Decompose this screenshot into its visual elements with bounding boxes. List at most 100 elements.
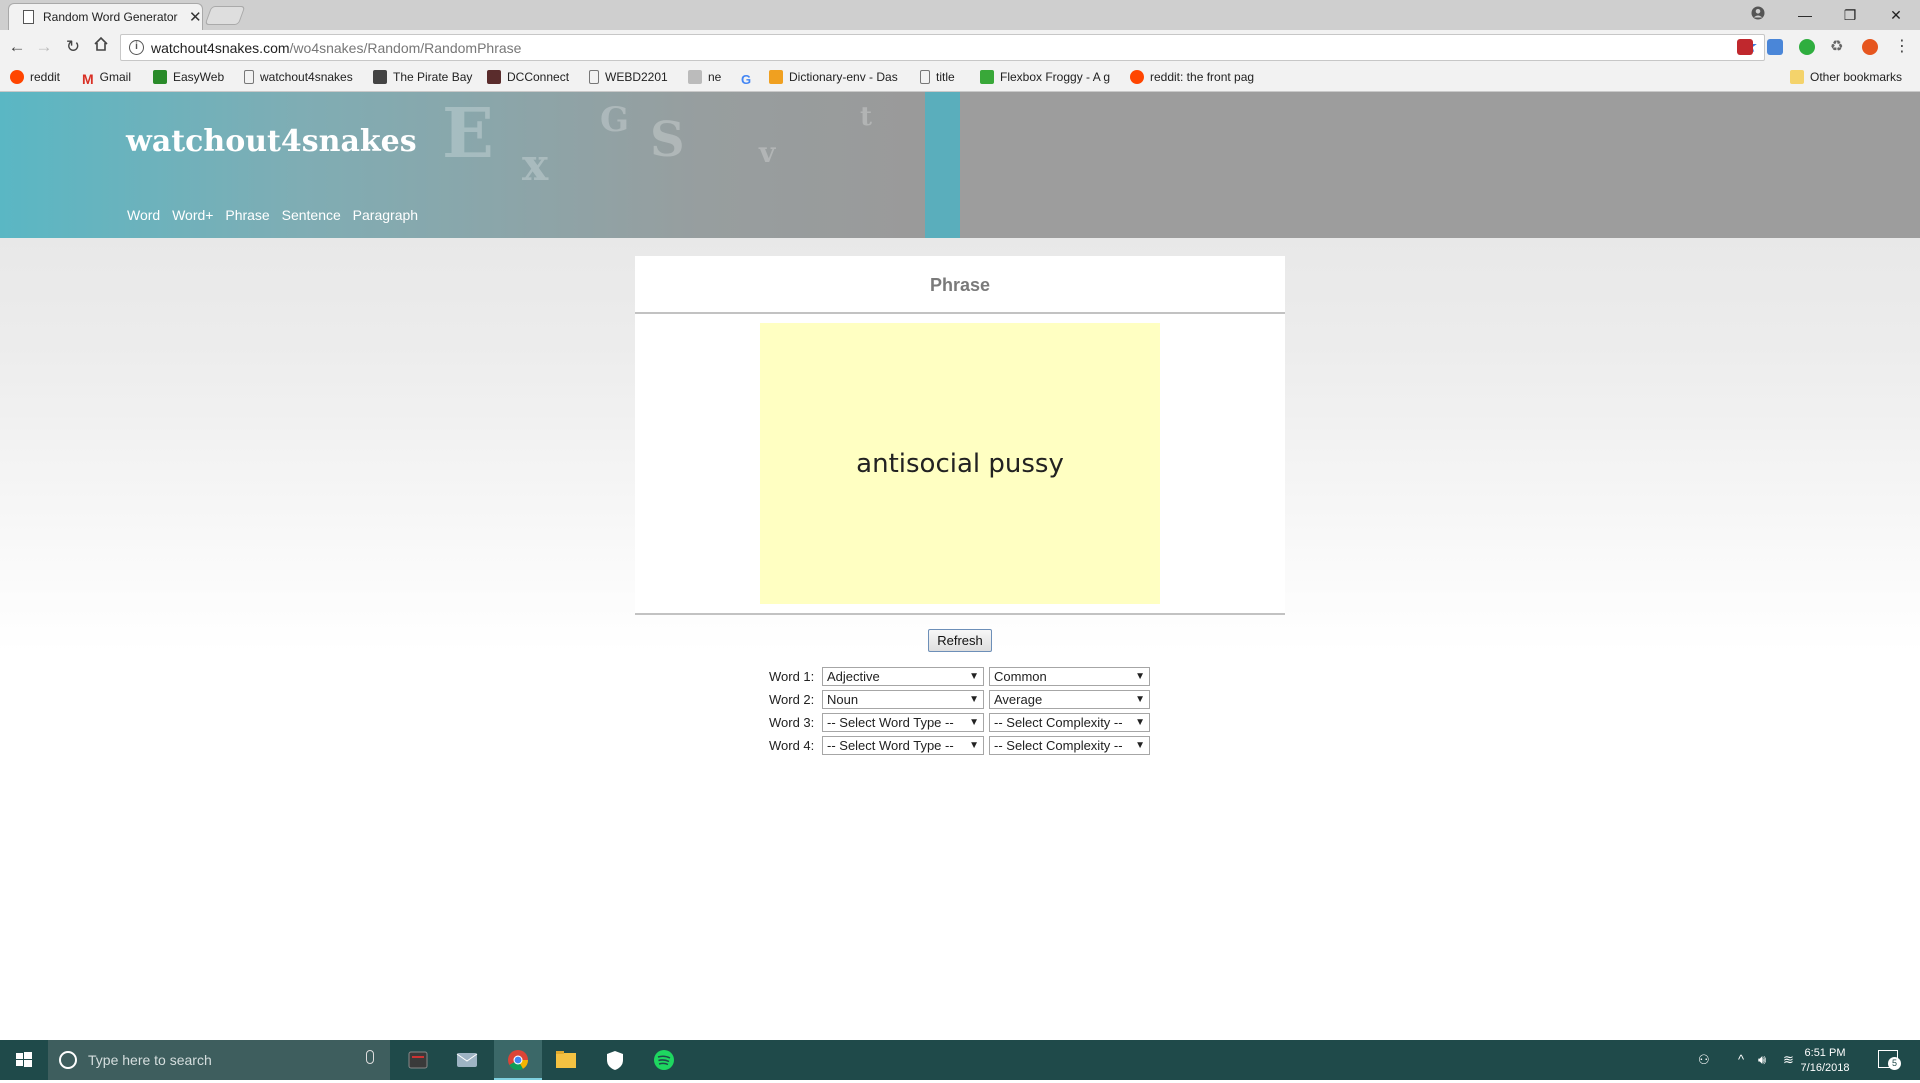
- nav-phrase[interactable]: Phrase: [225, 207, 269, 223]
- url-host: watchout4snakes.com: [151, 40, 290, 56]
- taskbar-app-spotify[interactable]: [640, 1040, 688, 1080]
- bookmark-label: EasyWeb: [173, 70, 225, 84]
- clock[interactable]: 6:51 PM 7/16/2018: [1790, 1046, 1860, 1076]
- select-value: -- Select Complexity --: [994, 738, 1123, 753]
- page-icon: [920, 70, 930, 84]
- taskbar-app-defender[interactable]: [591, 1040, 639, 1080]
- dropdown-arrow-icon: ▼: [1135, 694, 1145, 705]
- home-icon[interactable]: [90, 36, 112, 58]
- forward-icon[interactable]: →: [33, 36, 55, 58]
- word-type-select[interactable]: -- Select Word Type -- ▼: [822, 713, 984, 732]
- complexity-select[interactable]: -- Select Complexity -- ▼: [989, 713, 1150, 732]
- bookmark-label: The Pirate Bay: [393, 70, 473, 84]
- volume-icon[interactable]: 🔊︎: [1758, 1052, 1766, 1068]
- clock-date: 7/16/2018: [1800, 1062, 1850, 1074]
- fire-extension-icon[interactable]: [1862, 39, 1878, 55]
- back-icon[interactable]: ←: [6, 36, 28, 58]
- shield-icon: [607, 1051, 623, 1070]
- chevron-up-icon[interactable]: ^: [1738, 1052, 1744, 1067]
- microphone-icon[interactable]: [366, 1050, 374, 1064]
- select-value: Adjective: [827, 669, 880, 684]
- translate-extension-icon[interactable]: [1767, 39, 1783, 55]
- complexity-select[interactable]: -- Select Complexity -- ▼: [989, 736, 1150, 755]
- bookmark-ne[interactable]: ne: [688, 70, 721, 86]
- phrase-result: antisocial pussy: [760, 323, 1160, 604]
- bookmark-dcconnect[interactable]: DCConnect: [487, 70, 569, 86]
- bookmark-label: reddit: the front pag: [1150, 70, 1255, 84]
- start-button[interactable]: [0, 1040, 48, 1080]
- complexity-select[interactable]: Average ▼: [989, 690, 1150, 709]
- address-bar[interactable]: i watchout4snakes.com/wo4snakes/Random/R…: [120, 34, 1765, 61]
- dcconnect-icon: [487, 70, 501, 84]
- profile-icon[interactable]: [1747, 4, 1769, 26]
- taskbar-app-chrome[interactable]: [494, 1040, 542, 1080]
- bookmark-label: Gmail: [99, 70, 132, 84]
- dropdown-arrow-icon: ▼: [1135, 717, 1145, 728]
- ship-icon: [373, 70, 387, 84]
- taskbar-app-terminal[interactable]: [394, 1040, 442, 1080]
- recycle-extension-icon[interactable]: ♻: [1830, 39, 1846, 55]
- taskbar-app-mail[interactable]: [443, 1040, 491, 1080]
- bookmark-webd2201[interactable]: WEBD2201: [589, 70, 668, 86]
- info-icon[interactable]: i: [129, 40, 144, 55]
- mail-icon: [456, 1053, 478, 1067]
- new-tab-button[interactable]: [204, 6, 246, 25]
- minimize-icon[interactable]: —: [1794, 4, 1816, 26]
- nav-paragraph[interactable]: Paragraph: [353, 207, 418, 223]
- bookmark-reddit[interactable]: reddit: [10, 70, 60, 86]
- url-path: /wo4snakes/Random/RandomPhrase: [289, 40, 522, 56]
- tab-active[interactable]: Random Word Generator ✕: [8, 3, 203, 30]
- decorative-letter: E: [442, 94, 494, 174]
- bookmark-watchout4snakes[interactable]: watchout4snakes: [244, 70, 353, 86]
- bookmark-flexbox-froggy[interactable]: Flexbox Froggy - A g: [980, 70, 1110, 86]
- bookmark-easyweb[interactable]: EasyWeb: [153, 70, 224, 86]
- nav-sentence[interactable]: Sentence: [282, 207, 341, 223]
- gmail-icon: M: [82, 71, 94, 87]
- bookmark-label: WEBD2201: [605, 70, 668, 84]
- ublock-extension-icon[interactable]: [1737, 39, 1753, 55]
- green-extension-icon[interactable]: [1799, 39, 1815, 55]
- td-icon: [153, 70, 167, 84]
- page-content: watchout4snakes E x G S v t Word Word+ P…: [0, 92, 1920, 1040]
- spotify-icon: [654, 1050, 674, 1070]
- restore-icon[interactable]: ❐: [1839, 4, 1861, 26]
- notification-count: 5: [1888, 1057, 1901, 1070]
- bookmark-piratebay[interactable]: The Pirate Bay: [373, 70, 472, 86]
- select-value: Common: [994, 669, 1047, 684]
- google-icon: G: [741, 72, 752, 87]
- tab-close-icon[interactable]: ✕: [189, 8, 202, 26]
- reload-icon[interactable]: ↻: [62, 36, 84, 58]
- complexity-select[interactable]: Common ▼: [989, 667, 1150, 686]
- dropdown-arrow-icon: ▼: [1135, 740, 1145, 751]
- bookmark-reddit-front[interactable]: reddit: the front pag: [1130, 70, 1254, 86]
- card-heading: Phrase: [635, 256, 1285, 314]
- bookmark-label: Dictionary-env - Das: [789, 70, 898, 84]
- browser-toolbar: ← → ↻ i watchout4snakes.com/wo4snakes/Ra…: [0, 30, 1920, 64]
- decorative-letter: t: [860, 102, 873, 132]
- other-bookmarks[interactable]: Other bookmarks: [1790, 70, 1902, 86]
- refresh-button[interactable]: Refresh: [928, 629, 992, 652]
- taskbar-app-file-explorer[interactable]: [542, 1040, 590, 1080]
- menu-icon[interactable]: ⋮: [1891, 36, 1913, 58]
- close-window-icon[interactable]: ✕: [1885, 4, 1907, 26]
- nav-word-plus[interactable]: Word+: [172, 207, 213, 223]
- select-value: -- Select Word Type --: [827, 715, 954, 730]
- decorative-letter: v: [759, 136, 776, 169]
- word-type-select[interactable]: -- Select Word Type -- ▼: [822, 736, 984, 755]
- site-nav: Word Word+ Phrase Sentence Paragraph: [127, 207, 426, 223]
- word-type-select[interactable]: Adjective ▼: [822, 667, 984, 686]
- select-value: -- Select Complexity --: [994, 715, 1123, 730]
- word-type-select[interactable]: Noun ▼: [822, 690, 984, 709]
- people-icon[interactable]: ⚇: [1698, 1052, 1710, 1068]
- bookmark-gmail[interactable]: M Gmail: [82, 70, 132, 87]
- phrase-card: Phrase antisocial pussy: [635, 256, 1285, 613]
- tab-strip: Random Word Generator ✕ — ❐ ✕: [0, 0, 1920, 30]
- nav-word[interactable]: Word: [127, 207, 160, 223]
- bookmark-title[interactable]: title: [920, 70, 955, 86]
- taskbar: Type here to search ⚇ ^ 🔊︎ ≋ 6:51 PM 7/1…: [0, 1040, 1920, 1080]
- taskbar-search[interactable]: Type here to search: [48, 1040, 390, 1080]
- notification-center-icon[interactable]: 5: [1878, 1050, 1901, 1070]
- bookmark-dictionary[interactable]: Dictionary-env - Das: [769, 70, 898, 86]
- site-title[interactable]: watchout4snakes: [126, 124, 417, 159]
- bookmark-google[interactable]: G: [741, 70, 757, 87]
